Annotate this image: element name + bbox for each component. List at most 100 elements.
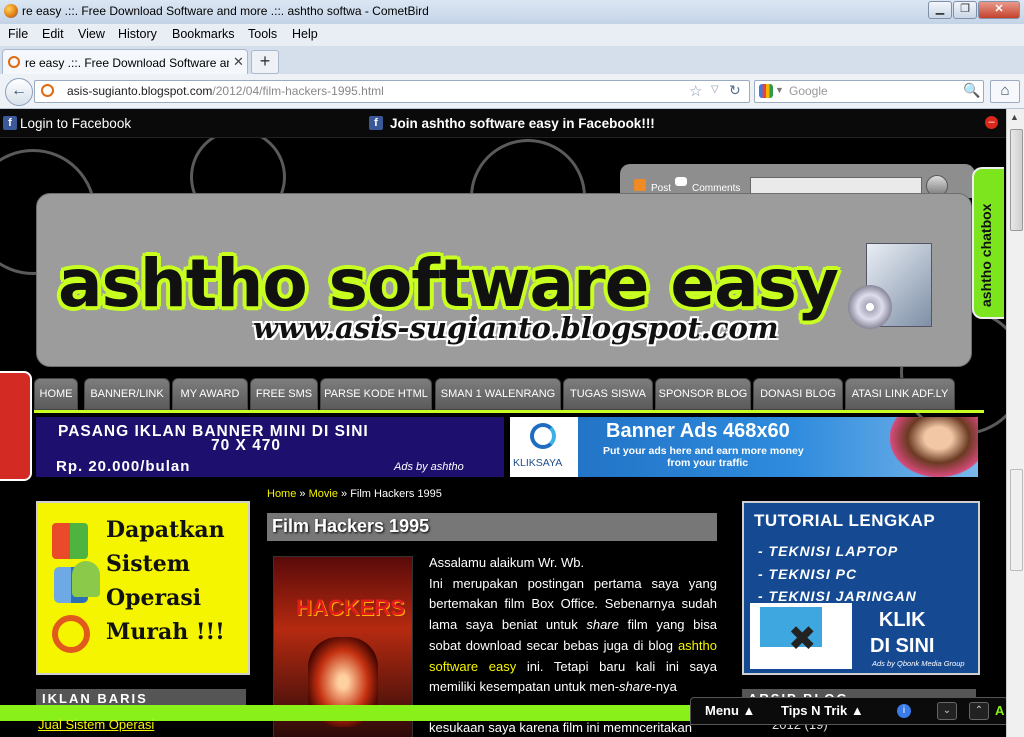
kliksaya-ring-icon	[530, 423, 556, 449]
tab-active[interactable]: re easy .::. Free Download Software an..…	[2, 49, 248, 75]
nav-my-award[interactable]: MY AWARD	[172, 378, 248, 410]
site-favicon-icon	[8, 56, 20, 68]
bottom-menu-button[interactable]: Menu ▲	[705, 703, 755, 718]
scroll-up-icon[interactable]: ⌃	[969, 702, 989, 720]
cta-line: KLIK	[878, 609, 926, 631]
minimize-button[interactable]: ▁	[928, 1, 952, 19]
reload-icon[interactable]: ↻	[729, 82, 741, 99]
os-ad-line: Murah !!!	[106, 619, 225, 645]
scroll-up-arrow-icon[interactable]: ▲	[1010, 112, 1019, 122]
tutorial-ad-item: - TEKNISI LAPTOP	[758, 543, 899, 559]
collapse-down-icon[interactable]: ⌄	[937, 702, 957, 720]
tutorial-ad-cta: KLIK DI SINI	[870, 607, 934, 659]
facebook-icon: f	[369, 116, 383, 130]
facebook-bar-close-icon[interactable]: –	[985, 116, 998, 129]
nav-free-sms[interactable]: FREE SMS	[250, 378, 318, 410]
side-share-tab[interactable]	[0, 371, 32, 481]
window-title: re easy .::. Free Download Software and …	[22, 4, 429, 18]
nav-sman-1-walenrang[interactable]: SMAN 1 WALENRANG	[435, 378, 561, 410]
nav-underline	[34, 410, 984, 413]
nav-banner-link[interactable]: BANNER/LINK	[84, 378, 170, 410]
new-tab-button[interactable]: +	[251, 50, 279, 74]
search-icon[interactable]: 🔍	[963, 82, 980, 99]
rss-icon[interactable]	[634, 179, 646, 191]
bookmark-star-icon[interactable]: ☆	[689, 82, 702, 100]
os-ad-line: Operasi	[106, 585, 202, 611]
breadcrumb-current: Film Hackers 1995	[350, 488, 442, 500]
chatbox-tab[interactable]: ashtho chatbox	[972, 167, 1004, 319]
menu-help[interactable]: Help	[292, 27, 318, 41]
post-text: -nya	[651, 679, 677, 695]
banner-right-sub1: Put your ads here and earn more money	[603, 445, 804, 457]
os-ad-banner[interactable]: Dapatkan Sistem Operasi Murah !!!	[36, 501, 250, 675]
banner-right-sub2: from your traffic	[667, 457, 749, 469]
android-icon	[72, 561, 100, 597]
kliksaya-logo: KLIKSAYA	[510, 417, 578, 477]
facebook-icon: f	[3, 116, 17, 130]
web-page: f Login to Facebook f Join ashtho softwa…	[0, 109, 1006, 737]
nav-sponsor-blog[interactable]: SPONSOR BLOG	[655, 378, 751, 410]
jual-sistem-operasi-link[interactable]: Jual Sistem Operasi	[38, 717, 154, 732]
maximize-button[interactable]: ❐	[953, 1, 977, 19]
post-title[interactable]: Film Hackers 1995	[272, 516, 429, 537]
nav-donasi-blog[interactable]: DONASI BLOG	[753, 378, 843, 410]
menu-bar: File Edit View History Bookmarks Tools H…	[0, 24, 1024, 47]
vertical-scrollbar[interactable]: ▲	[1006, 109, 1024, 737]
tips-n-trik-button[interactable]: Tips N Trik ▲	[781, 703, 864, 718]
os-ad-text: Dapatkan Sistem Operasi Murah !!!	[106, 513, 225, 649]
url-domain: asis-sugianto.blogspot.com	[67, 84, 213, 98]
software-box-image	[848, 243, 932, 335]
menu-bookmarks[interactable]: Bookmarks	[172, 27, 235, 41]
tutorial-ad-banner[interactable]: TUTORIAL LENGKAP - TEKNISI LAPTOP - TEKN…	[742, 501, 980, 675]
address-bar[interactable]: asis-sugianto.blogspot.com/2012/04/film-…	[34, 80, 750, 103]
tutorial-ad-title: TUTORIAL LENGKAP	[754, 511, 936, 530]
banner-right-heading: Banner Ads 468x60	[606, 420, 790, 442]
poster-title: HACKERS	[296, 595, 405, 620]
scrollbar-thumb[interactable]	[1010, 129, 1023, 231]
os-ad-line: Dapatkan	[106, 517, 225, 543]
banner-model-image	[890, 417, 978, 477]
facebook-bar: f Login to Facebook f Join ashtho softwa…	[0, 109, 1006, 138]
url-dropdown-icon[interactable]: ▽	[711, 84, 719, 95]
info-icon[interactable]: i	[897, 704, 911, 718]
menu-edit[interactable]: Edit	[42, 27, 64, 41]
banner-left-by: Ads by ashtho	[394, 461, 464, 473]
banner-ad-left[interactable]: PASANG IKLAN BANNER MINI DI SINI 70 X 47…	[36, 417, 504, 477]
banner-ad-right[interactable]: KLIKSAYA Banner Ads 468x60 Put your ads …	[510, 417, 978, 477]
search-bar[interactable]: ▼ Google 🔍	[754, 80, 984, 103]
home-button[interactable]: ⌂	[990, 80, 1020, 103]
url-text[interactable]: asis-sugianto.blogspot.com/2012/04/film-…	[67, 84, 384, 98]
comment-bubble-icon[interactable]	[675, 177, 687, 186]
site-identity-icon[interactable]	[41, 84, 54, 97]
menu-tools[interactable]: Tools	[248, 27, 277, 41]
breadcrumb-home-link[interactable]: Home	[267, 488, 296, 500]
breadcrumb-separator: »	[341, 488, 348, 500]
facebook-login-link[interactable]: Login to Facebook	[20, 116, 131, 131]
menu-file[interactable]: File	[8, 27, 28, 41]
tutorial-ad-item: - TEKNISI JARINGAN	[758, 588, 917, 604]
menu-history[interactable]: History	[118, 27, 157, 41]
cta-line: DI SINI	[870, 635, 935, 657]
facebook-join-link[interactable]: Join ashtho software easy in Facebook!!!	[390, 116, 655, 131]
close-window-button[interactable]: ✕	[978, 1, 1020, 19]
back-button[interactable]: ←	[5, 78, 33, 106]
tab-close-icon[interactable]: ✕	[233, 54, 244, 70]
banner-left-price: Rp. 20.000/bulan	[56, 458, 191, 475]
post-paragraph: Ini merupakan postingan pertama saya yan…	[429, 574, 717, 698]
tutorial-ad-item: - TEKNISI PC	[758, 566, 858, 582]
nav-atasi-link-adfly[interactable]: ATASI LINK ADF.LY	[845, 378, 955, 410]
search-input[interactable]: Google	[789, 84, 828, 98]
nav-home[interactable]: HOME	[34, 378, 78, 410]
google-engine-icon[interactable]	[759, 84, 773, 98]
nav-parse-kode-html[interactable]: PARSE KODE HTML	[320, 378, 432, 410]
blog-logo-url[interactable]: www.asis-sugianto.blogspot.com	[253, 311, 779, 345]
breadcrumb: Home » Movie » Film Hackers 1995	[267, 488, 442, 500]
tutorial-ad-footer: Ads by Qbonk Media Group	[872, 659, 965, 668]
menu-view[interactable]: View	[78, 27, 105, 41]
kliksaya-label: KLIKSAYA	[513, 457, 563, 469]
nav-tugas-siswa[interactable]: TUGAS SISWA	[563, 378, 653, 410]
engine-dropdown-icon[interactable]: ▼	[775, 85, 784, 95]
tab-label: re easy .::. Free Download Software an..…	[25, 56, 229, 70]
breadcrumb-category-link[interactable]: Movie	[309, 488, 338, 500]
scrollbar-track-marker	[1010, 469, 1023, 571]
